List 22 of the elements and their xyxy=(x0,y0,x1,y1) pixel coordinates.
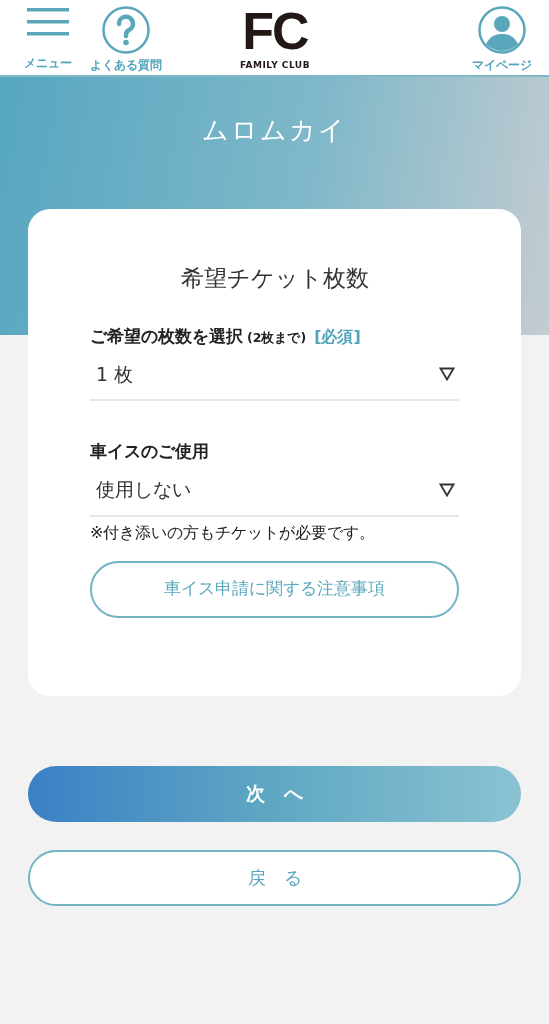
page-title: ムロムカイ xyxy=(202,114,347,147)
note-text: ※付き添いの方もチケットが必要です。 xyxy=(90,522,376,542)
help-icon xyxy=(102,6,150,54)
menu-icon xyxy=(27,8,69,36)
mypage-button[interactable]: マイページ xyxy=(467,6,537,74)
select-field[interactable]: 使用しない xyxy=(90,464,459,517)
user-icon xyxy=(478,6,526,54)
faq-button[interactable]: よくある質問 xyxy=(88,6,164,74)
field-hint: (2枚まで) xyxy=(247,328,307,347)
dropdown-triangle-icon xyxy=(439,367,455,381)
select-field[interactable]: 1 枚 xyxy=(90,349,459,401)
notice-button[interactable]: 車イス申請に関する注意事項 xyxy=(90,560,459,618)
back-button[interactable]: 戻 る xyxy=(28,849,521,906)
required-tag: [必須] xyxy=(314,324,361,349)
next-button[interactable]: 次 へ xyxy=(28,765,521,822)
field-label: 車イスのご使用 xyxy=(90,440,209,463)
logo-mark: FC xyxy=(242,8,308,55)
dropdown-triangle-icon xyxy=(439,482,455,497)
card-title: 希望チケット枚数 xyxy=(180,265,369,291)
menu-button[interactable]: メニュー xyxy=(24,8,72,72)
logo-text: FAMILY CLUB xyxy=(239,58,311,72)
field-label: ご希望の枚数を選択 xyxy=(90,324,243,348)
